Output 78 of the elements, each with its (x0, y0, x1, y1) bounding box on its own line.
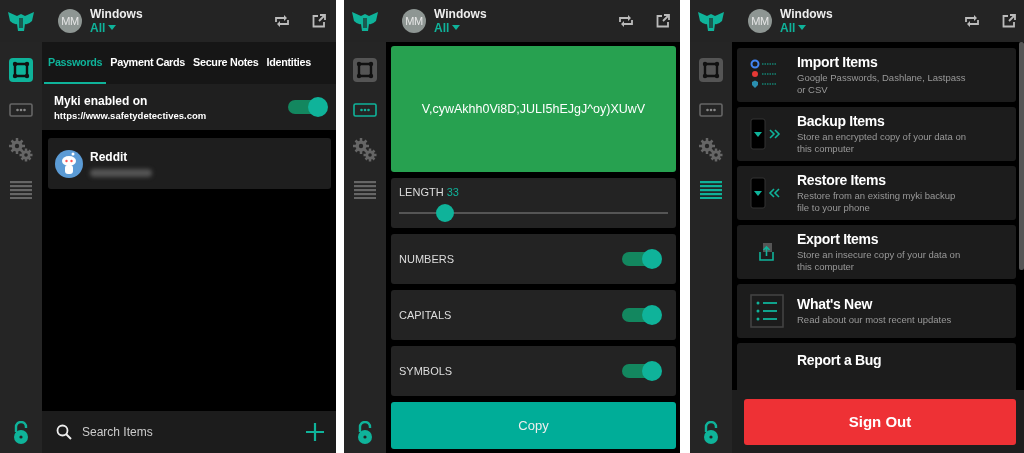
card-description: Store an encrypted copy of your data on this computer (797, 131, 967, 155)
logo-icon (352, 10, 378, 32)
lock-icon[interactable] (702, 421, 720, 445)
site-avatar-icon (54, 148, 84, 179)
settings-icon[interactable] (699, 138, 723, 162)
caret-icon (108, 25, 117, 30)
add-icon[interactable] (306, 423, 324, 441)
menu-card[interactable]: What's New Read about our most recent updates (737, 284, 1016, 338)
blurred-username (90, 169, 152, 177)
length-label: LENGTH (399, 186, 444, 198)
site-url: https://www.safetydetectives.com (54, 109, 208, 121)
tab[interactable]: Payment Cards (106, 42, 190, 84)
password-dots-icon[interactable] (9, 103, 33, 117)
option-label: CAPITALS (399, 309, 452, 321)
menu-icon[interactable] (700, 181, 722, 199)
menu-card[interactable]: Restore Items Restore from an existing myki backup file to your phone (737, 166, 1016, 220)
card-title: What's New (797, 296, 874, 312)
external-link-icon[interactable] (656, 14, 670, 28)
menu-icon[interactable] (354, 181, 376, 199)
menu-card[interactable]: Backup Items Store an encrypted copy of your data on this computer (737, 107, 1016, 161)
card-title: Restore Items (797, 172, 887, 188)
length-value: 33 (446, 186, 459, 198)
export-icon (759, 243, 775, 261)
menu-icon[interactable] (10, 181, 32, 199)
toggle-switch[interactable] (622, 249, 662, 269)
menu-card[interactable]: Import Items Google Passwords, Dashlane, Lastpass or CSV (737, 48, 1016, 102)
generated-password: V,cywAkhh0Vi8D;JULI5hEJgJ^oy)XUwV (391, 46, 676, 172)
settings-icon[interactable] (353, 138, 377, 162)
avatar: MM (402, 9, 426, 33)
card-description: Store an insecure copy of your data on this computer (797, 249, 962, 273)
card-description: Google Passwords, Dashlane, Lastpass or CSV (797, 72, 967, 96)
item-name: Reddit (90, 150, 129, 164)
slider-thumb[interactable] (435, 204, 454, 222)
external-link-icon[interactable] (1002, 14, 1016, 28)
settings-icon[interactable] (9, 138, 33, 162)
scrollbar[interactable] (1019, 42, 1024, 270)
filter-dropdown[interactable]: All (434, 20, 487, 35)
device-name: Windows (90, 7, 143, 21)
sync-icon[interactable] (618, 14, 634, 28)
card-title: Export Items (797, 231, 880, 247)
card-description: Restore from an existing myki backup file to your phone (797, 190, 957, 214)
option-label: NUMBERS (399, 253, 454, 265)
card-description: Read about our most recent updates (797, 314, 952, 326)
menu-card[interactable]: Report a Bug (737, 343, 1016, 390)
toggle-switch[interactable] (622, 305, 662, 325)
card-title: Import Items (797, 54, 879, 70)
sync-icon[interactable] (274, 14, 290, 28)
sync-icon[interactable] (964, 14, 980, 28)
toggle-switch[interactable] (622, 361, 662, 381)
search-field[interactable]: Search Items (42, 411, 336, 453)
vault-icon[interactable] (8, 57, 34, 83)
filter-dropdown[interactable]: All (780, 20, 833, 35)
card-title: Backup Items (797, 113, 886, 129)
caret-icon (452, 25, 461, 30)
password-item[interactable]: Reddit (48, 138, 331, 189)
tab[interactable]: Secure Notes (189, 42, 263, 84)
card-title: Report a Bug (797, 352, 882, 368)
avatar: MM (58, 9, 82, 33)
option-label: SYMBOLS (399, 365, 453, 377)
device-name: Windows (434, 7, 487, 21)
list-icon (750, 294, 784, 328)
device-name: Windows (780, 7, 833, 21)
toggle-switch[interactable] (288, 97, 328, 117)
filter-dropdown[interactable]: All (90, 20, 143, 35)
logo-icon (8, 10, 34, 32)
external-link-icon[interactable] (312, 14, 326, 28)
password-dots-icon[interactable] (353, 103, 377, 117)
tab[interactable]: Identities (262, 42, 315, 84)
banner-title: Myki enabled on (54, 93, 149, 108)
menu-card[interactable]: Export Items Store an insecure copy of your data on this computer (737, 225, 1016, 279)
sign-out-button[interactable]: Sign Out (744, 398, 1016, 445)
password-dots-icon[interactable] (699, 103, 723, 117)
search-icon (56, 424, 72, 440)
lock-icon[interactable] (12, 421, 30, 445)
caret-icon (798, 25, 807, 30)
avatar: MM (748, 9, 772, 33)
lock-icon[interactable] (356, 421, 374, 445)
logo-icon (698, 10, 724, 32)
